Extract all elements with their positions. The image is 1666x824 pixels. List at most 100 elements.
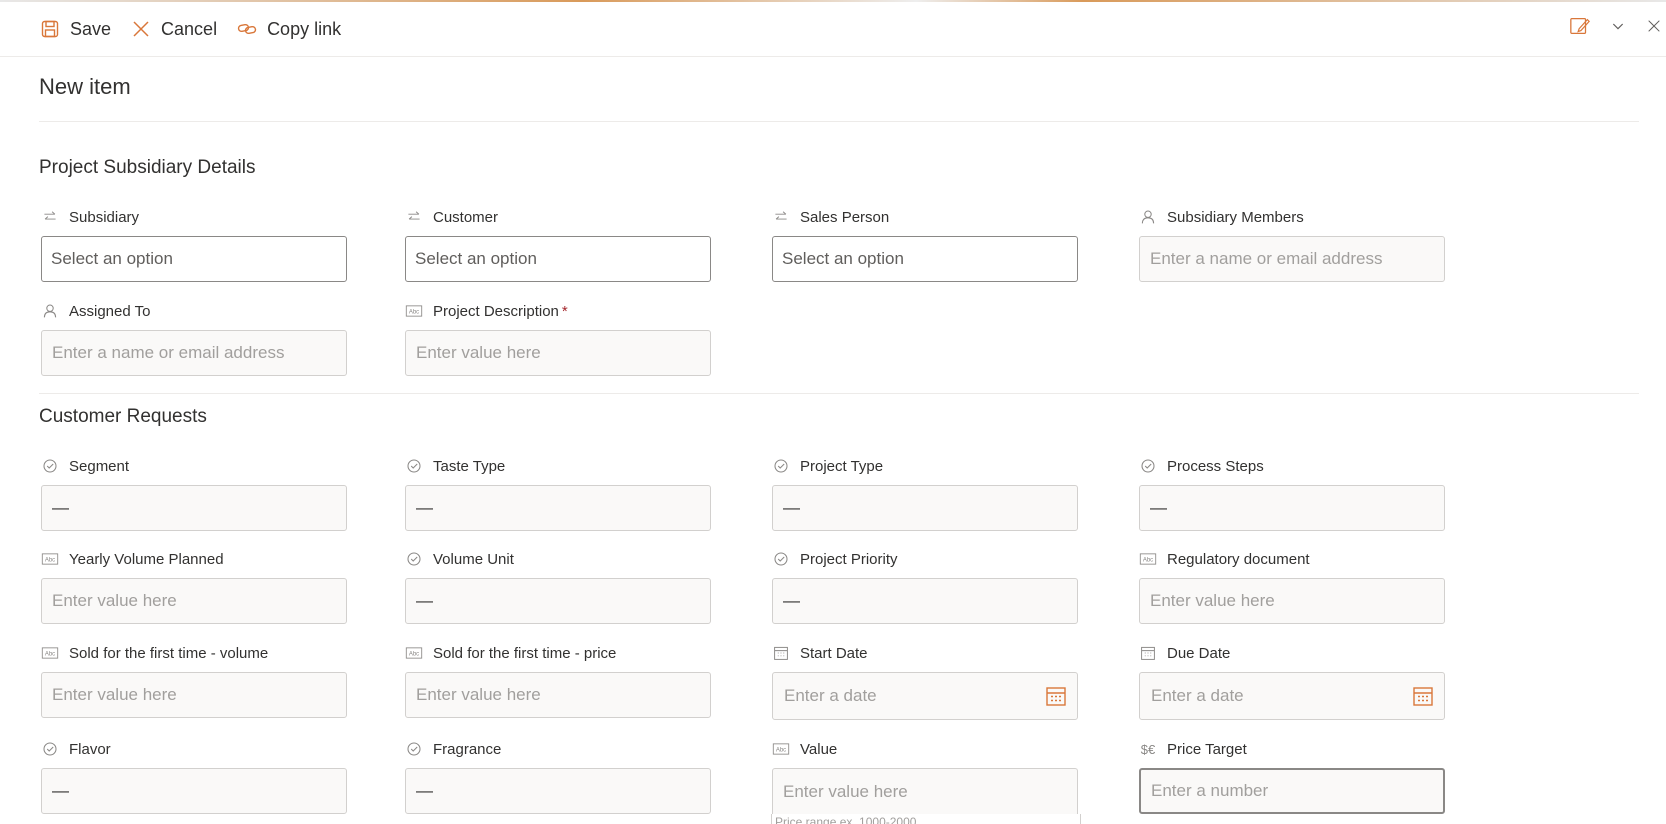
cancel-button[interactable]: Cancel <box>131 11 217 47</box>
page-title: New item <box>39 74 131 99</box>
field-regulatory-document: Abc Regulatory document Enter value here <box>1138 549 1445 624</box>
lookup-icon <box>40 207 60 227</box>
field-label: Subsidiary <box>69 208 140 226</box>
field-label: Segment <box>69 457 130 475</box>
chevron-down-icon[interactable] <box>1606 14 1630 38</box>
close-panel-icon[interactable] <box>1642 14 1666 38</box>
calendar-icon <box>1138 643 1158 663</box>
field-label: Project Type <box>800 457 884 475</box>
sales-person-select[interactable]: Select an option <box>772 236 1078 282</box>
link-icon <box>237 23 257 35</box>
choice-icon <box>40 739 60 759</box>
choice-icon <box>404 739 424 759</box>
field-label: Project Description <box>433 302 559 320</box>
price-target-input[interactable]: Enter a number <box>1139 768 1445 814</box>
date-picker-icon[interactable] <box>1045 685 1067 707</box>
yearly-volume-input[interactable]: Enter value here <box>41 578 347 624</box>
field-process-steps: Process Steps — <box>1138 456 1445 531</box>
start-date-input[interactable]: Enter a date <box>772 672 1078 720</box>
field-label: Start Date <box>800 644 868 662</box>
project-type-dropdown[interactable]: — <box>772 485 1078 531</box>
due-date-input[interactable]: Enter a date <box>1139 672 1445 720</box>
svg-text:Abc: Abc <box>45 652 55 658</box>
copy-link-label: Copy link <box>267 18 342 39</box>
process-steps-dropdown[interactable]: — <box>1139 485 1445 531</box>
field-label: Due Date <box>1167 644 1231 662</box>
field-fragrance: Fragrance — <box>404 739 711 814</box>
due-date-placeholder: Enter a date <box>1151 686 1244 705</box>
field-label: Flavor <box>69 740 111 758</box>
svg-text:Abc: Abc <box>409 652 419 658</box>
copy-link-button[interactable]: Copy link <box>237 11 341 47</box>
close-icon <box>133 21 149 37</box>
field-project-priority: Project Priority — <box>771 549 1078 624</box>
field-label: Regulatory document <box>1167 550 1310 568</box>
field-flavor: Flavor — <box>40 739 347 814</box>
customer-select[interactable]: Select an option <box>405 236 711 282</box>
svg-text:Abc: Abc <box>1143 558 1153 564</box>
text-icon: Abc <box>40 643 60 663</box>
svg-text:Abc: Abc <box>409 310 419 316</box>
choice-icon <box>771 456 791 476</box>
field-yearly-volume: Abc Yearly Volume Planned Enter value her… <box>40 549 347 624</box>
section-title-subsidiary: Project Subsidiary Details <box>39 157 256 178</box>
text-icon: Abc <box>1138 549 1158 569</box>
section-title-customer-requests: Customer Requests <box>39 406 207 427</box>
field-label: Customer <box>433 208 499 226</box>
field-label: Sold for the first time - price <box>433 644 617 662</box>
field-label: Price Target <box>1167 740 1247 758</box>
svg-text:Abc: Abc <box>45 558 55 564</box>
currency-icon: $€ <box>1140 741 1156 757</box>
flavor-dropdown[interactable]: — <box>41 768 347 814</box>
field-sold-volume: Abc Sold for the first time - volume Ente… <box>40 643 347 718</box>
field-assigned-to: Assigned To Enter a name or email addres… <box>40 301 347 376</box>
regulatory-document-input[interactable]: Enter value here <box>1139 578 1445 624</box>
sold-price-input[interactable]: Enter value here <box>405 672 711 718</box>
save-icon <box>41 20 59 38</box>
subsidiary-select[interactable]: Select an option <box>41 236 347 282</box>
field-label: Project Priority <box>800 550 898 568</box>
edit-form-icon[interactable] <box>1568 14 1592 38</box>
field-project-description: Abc Project Description * Enter value here <box>404 301 711 376</box>
field-label: Sales Person <box>800 208 890 226</box>
project-priority-dropdown[interactable]: — <box>772 578 1078 624</box>
value-input[interactable]: Enter value here <box>772 768 1078 814</box>
field-label: Value <box>800 740 838 758</box>
field-segment: Segment — <box>40 456 347 531</box>
field-sales-person: Sales Person Select an option <box>771 207 1078 282</box>
choice-icon <box>40 456 60 476</box>
fragrance-dropdown[interactable]: — <box>405 768 711 814</box>
value-field-frame-right <box>1080 814 1081 824</box>
volume-unit-dropdown[interactable]: — <box>405 578 711 624</box>
field-start-date: Start Date Enter a date <box>771 643 1078 720</box>
svg-text:Abc: Abc <box>776 748 786 754</box>
field-label: Yearly Volume Planned <box>69 550 224 568</box>
assigned-to-input[interactable]: Enter a name or email address <box>41 330 347 376</box>
choice-icon <box>404 456 424 476</box>
field-customer: Customer Select an option <box>404 207 711 282</box>
save-button[interactable]: Save <box>40 11 111 47</box>
field-due-date: Due Date Enter a date <box>1138 643 1445 720</box>
project-description-input[interactable]: Enter value here <box>405 330 711 376</box>
field-label: Taste Type <box>433 457 506 475</box>
field-subsidiary: Subsidiary Select an option <box>40 207 347 282</box>
segment-dropdown[interactable]: — <box>41 485 347 531</box>
taste-type-dropdown[interactable]: — <box>405 485 711 531</box>
text-icon: Abc <box>771 739 791 759</box>
section-divider <box>39 393 1639 394</box>
choice-icon <box>404 549 424 569</box>
lookup-icon <box>771 207 791 227</box>
save-label: Save <box>70 18 112 39</box>
field-volume-unit: Volume Unit — <box>404 549 711 624</box>
field-label: Volume Unit <box>433 550 514 568</box>
date-picker-icon[interactable] <box>1412 685 1434 707</box>
field-label: Fragrance <box>433 740 502 758</box>
command-bar: Save Cancel Copy link <box>0 2 1666 57</box>
subsidiary-members-input[interactable]: Enter a name or email address <box>1139 236 1445 282</box>
field-label: Subsidiary Members <box>1167 208 1304 226</box>
field-sold-price: Abc Sold for the first time - price Enter… <box>404 643 711 718</box>
text-icon: Abc <box>404 643 424 663</box>
value-hint: Price range ex. 1000-2000 <box>775 815 917 824</box>
sold-volume-input[interactable]: Enter value here <box>41 672 347 718</box>
choice-icon <box>1138 456 1158 476</box>
